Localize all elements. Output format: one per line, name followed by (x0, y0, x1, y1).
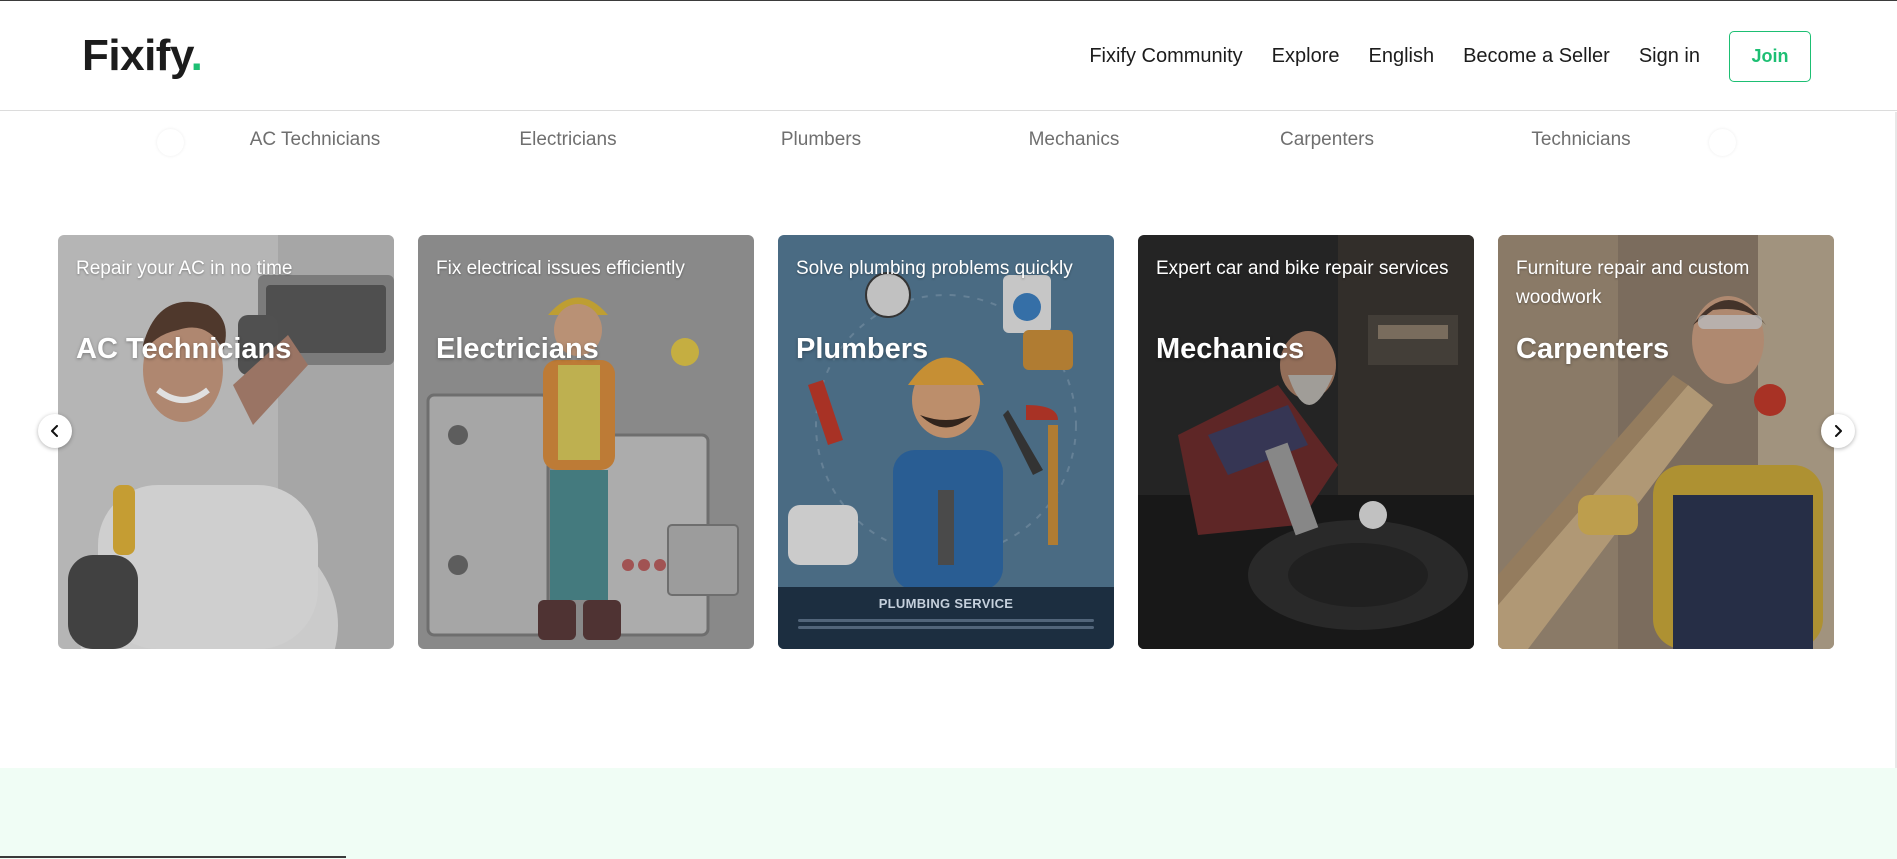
card-title: Carpenters (1516, 333, 1670, 365)
card-title: Mechanics (1156, 333, 1305, 365)
card-subtitle: Solve plumbing problems quickly (796, 258, 1073, 279)
carousel-prev-button[interactable] (38, 414, 72, 448)
banner-placeholder-lines (798, 619, 1094, 633)
nav-link-explore[interactable]: Explore (1272, 45, 1340, 68)
service-card-mechanics[interactable]: Expert car and bike repair services Mech… (1138, 235, 1474, 649)
category-carpenters[interactable]: Carpenters (1227, 129, 1427, 151)
category-technicians[interactable]: Technicians (1481, 129, 1681, 151)
card-subtitle: Fix electrical issues efficiently (436, 258, 685, 279)
services-carousel: Repair your AC in no time AC Technicians… (58, 235, 1836, 649)
chevron-left-icon (49, 425, 61, 437)
service-card-plumbers[interactable]: PLUMBING SERVICE Solve plumbing problems… (778, 235, 1114, 649)
site-header: Fixify. Fixify Community Explore English… (0, 0, 1897, 111)
next-section-band (0, 768, 1897, 859)
category-electricians[interactable]: Electricians (468, 129, 668, 151)
nav-link-sign-in[interactable]: Sign in (1639, 45, 1700, 68)
category-ac-technicians[interactable]: AC Technicians (215, 129, 415, 151)
card-overlay (58, 235, 394, 649)
plumbing-service-banner-text: PLUMBING SERVICE (878, 596, 1014, 611)
service-card-electricians[interactable]: Fix electrical issues efficiently Electr… (418, 235, 754, 649)
chevron-right-icon (1832, 425, 1844, 437)
category-scroll-right-button[interactable] (1709, 129, 1736, 156)
card-overlay (418, 235, 754, 649)
nav-link-community[interactable]: Fixify Community (1089, 45, 1242, 68)
plumbing-service-banner: PLUMBING SERVICE (778, 587, 1114, 649)
join-button[interactable]: Join (1729, 30, 1811, 82)
service-card-ac-technicians[interactable]: Repair your AC in no time AC Technicians (58, 235, 394, 649)
card-title: AC Technicians (76, 333, 292, 365)
brand-name: Fixify (82, 31, 191, 80)
top-nav: Fixify Community Explore English Become … (1060, 30, 1811, 82)
carousel-next-button[interactable] (1821, 414, 1855, 448)
nav-link-become-seller[interactable]: Become a Seller (1463, 45, 1610, 68)
card-subtitle: Repair your AC in no time (76, 258, 293, 279)
card-title: Plumbers (796, 333, 929, 365)
service-card-carpenters[interactable]: Furniture repair and custom woodwork Car… (1498, 235, 1834, 649)
category-mechanics[interactable]: Mechanics (974, 129, 1174, 151)
brand-dot: . (190, 31, 203, 80)
category-plumbers[interactable]: Plumbers (721, 129, 921, 151)
brand-logo[interactable]: Fixify. (82, 31, 203, 81)
card-title: Electricians (436, 333, 599, 365)
category-menu: AC Technicians Electricians Plumbers Mec… (0, 112, 1897, 168)
card-overlay (1138, 235, 1474, 649)
nav-link-language[interactable]: English (1368, 45, 1434, 68)
card-subtitle: Expert car and bike repair services (1156, 258, 1449, 279)
bottom-divider (0, 856, 346, 858)
category-scroll-left-button[interactable] (157, 129, 184, 156)
card-subtitle: Furniture repair and custom woodwork (1516, 258, 1750, 308)
